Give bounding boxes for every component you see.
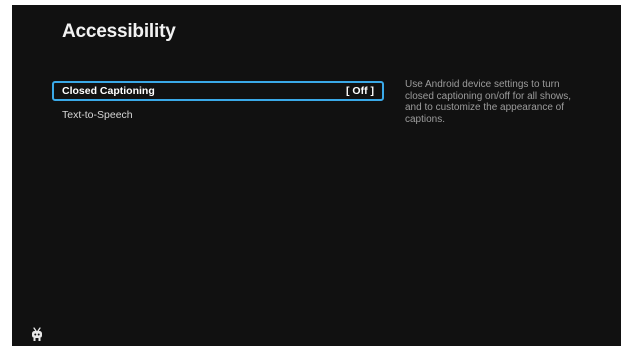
help-description: Use Android device settings to turn clos…: [405, 79, 572, 125]
tivo-logo-icon: [32, 327, 42, 341]
menu-item-label: Closed Captioning: [62, 85, 155, 97]
app-screen: Accessibility Closed Captioning [ Off ] …: [12, 5, 621, 346]
menu-item-value: [ Off ]: [346, 85, 374, 97]
menu-item-label: Text-to-Speech: [62, 109, 133, 121]
menu-item-text-to-speech[interactable]: Text-to-Speech: [52, 105, 384, 125]
page-title: Accessibility: [62, 21, 176, 42]
menu-item-closed-captioning[interactable]: Closed Captioning [ Off ]: [52, 81, 384, 101]
settings-menu: Closed Captioning [ Off ] Text-to-Speech: [52, 81, 384, 129]
